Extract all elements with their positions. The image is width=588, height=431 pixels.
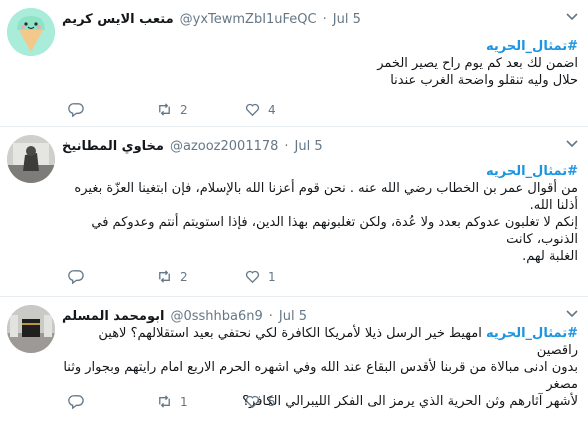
reply-icon [68,270,84,285]
heart-icon [245,270,260,284]
like-button[interactable]: 4 [244,101,332,118]
tweet-line: الغلبة لهم. [522,249,578,264]
like-count: 1 [268,269,276,284]
retweet-icon [159,270,170,283]
tweet-date[interactable]: Jul 5 [295,139,323,154]
like-count: 4 [268,102,276,117]
avatar[interactable] [7,8,55,56]
chevron-down-icon[interactable] [564,135,580,151]
retweet-button[interactable]: 1 [156,393,244,410]
tweet-date[interactable]: Jul 5 [333,12,361,27]
hashtag-link[interactable]: #تمثال_الحريه [62,163,578,180]
tweet-line: بدون ادنى مبالاة من قربنا لأقدس البقاع ع… [63,360,578,392]
reply-button[interactable] [68,393,156,410]
user-handle[interactable]: @0sshhba6n9 [170,309,262,324]
tweet-line: من أقوال عمر بن الخطاب رضي الله عنه . نح… [74,181,578,213]
reply-icon [68,103,84,118]
tweet[interactable]: متعب الايس كريم @yxTewmZbI1uFeQC · Jul 5… [0,0,588,127]
profile-photo-image [7,135,55,183]
tweet-line: اضمن لك بعد كم يوم راح يصير الخمر [377,56,578,71]
tweet-line: إنكم لا تغلبون عدوكم بعدد ولا عُدة، ولكن… [91,215,578,247]
tweet-actions: 2 4 [68,101,332,118]
kaaba-avatar-image [7,305,55,353]
retweet-count: 1 [180,394,188,409]
retweet-count: 2 [180,102,188,117]
like-button[interactable]: 1 [244,268,332,285]
user-handle[interactable]: @yxTewmZbI1uFeQC [180,12,317,27]
tweet-actions: 2 1 [68,268,332,285]
hashtag-link[interactable]: #تمثال_الحريه [486,326,578,341]
avatar[interactable] [7,135,55,183]
tweet-text: #تمثال_الحريه من أقوال عمر بن الخطاب رضي… [62,163,578,265]
display-name[interactable]: متعب الايس كريم [62,12,174,27]
ice-cream-avatar-image [7,8,55,56]
retweet-icon [159,395,170,408]
avatar[interactable] [7,305,55,353]
heart-icon [245,395,260,409]
tweet-header: ابومحمد المسلم @0sshhba6n9 · Jul 5 [62,309,307,324]
tweet-line: #تمثال_الحريه امهيط خير الرسل ذيلا لأمري… [62,325,578,359]
tweet-text: #تمثال_الحريه اضمن لك بعد كم يوم راح يصي… [62,38,578,89]
separator-dot: · [268,309,273,324]
like-button[interactable]: 5 [244,393,332,410]
retweet-button[interactable]: 2 [156,101,244,118]
like-count: 5 [268,394,276,409]
tweet[interactable]: مخاوي المطانيخ @azooz2001178 · Jul 5 #تم… [0,127,588,297]
retweet-button[interactable]: 2 [156,268,244,285]
hashtag-link[interactable]: #تمثال_الحريه [62,38,578,55]
tweet-line: حلال وليه تنقلو واضحة الغرب عندنا [390,73,578,88]
tweet-header: متعب الايس كريم @yxTewmZbI1uFeQC · Jul 5 [62,12,361,27]
separator-dot: · [322,12,327,27]
chevron-down-icon[interactable] [564,8,580,24]
chevron-down-icon[interactable] [564,305,580,321]
tweet-actions: 1 5 [68,393,332,410]
display-name[interactable]: مخاوي المطانيخ [62,139,164,154]
tweet-date[interactable]: Jul 5 [279,309,307,324]
user-handle[interactable]: @azooz2001178 [170,139,278,154]
heart-icon [245,103,260,117]
reply-icon [68,395,84,410]
retweet-icon [159,103,170,116]
retweet-count: 2 [180,269,188,284]
reply-button[interactable] [68,101,156,118]
display-name[interactable]: ابومحمد المسلم [62,309,164,324]
reply-button[interactable] [68,268,156,285]
tweet-header: مخاوي المطانيخ @azooz2001178 · Jul 5 [62,139,323,154]
tweet[interactable]: ابومحمد المسلم @0sshhba6n9 · Jul 5 #تمثا… [0,297,588,431]
separator-dot: · [284,139,289,154]
